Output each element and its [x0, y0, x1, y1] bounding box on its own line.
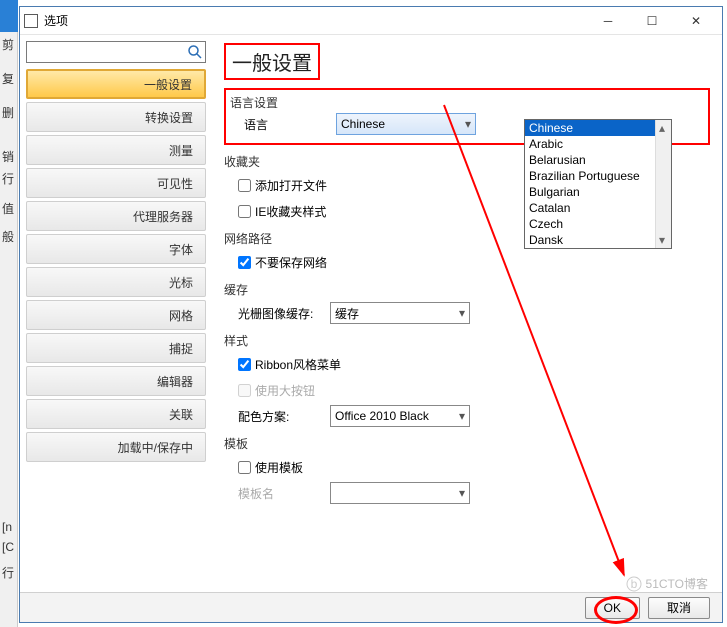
color-scheme-label: 配色方案: — [238, 408, 330, 425]
footer: OK 取消 — [20, 592, 722, 622]
sidebar-item-measure[interactable]: 测量 — [26, 135, 206, 165]
maximize-button[interactable]: ☐ — [630, 7, 674, 35]
template-name-label: 模板名 — [238, 485, 330, 502]
sidebar-item-proxy[interactable]: 代理服务器 — [26, 201, 206, 231]
sidebar-item-visibility[interactable]: 可见性 — [26, 168, 206, 198]
strip-text: 行 — [2, 564, 14, 581]
sidebar-item-font[interactable]: 字体 — [26, 234, 206, 264]
cache-group: 缓存 光栅图像缓存: 缓存 — [224, 281, 710, 324]
sidebar-item-label: 一般设置 — [144, 76, 192, 93]
sidebar-item-cursor[interactable]: 光标 — [26, 267, 206, 297]
minimize-button[interactable]: ─ — [586, 7, 630, 35]
sidebar-item-snap[interactable]: 捕捉 — [26, 333, 206, 363]
sidebar-item-label: 可见性 — [157, 175, 193, 192]
language-option[interactable]: Belarusian — [525, 152, 671, 168]
content-panel: 一般设置 语言设置 语言 Chinese 收藏夹 添加打开文件 IE收藏夹样式 … — [212, 35, 722, 590]
app-left-strip: 剪 复 删 销 行 值 般 [n [C 行 — [0, 0, 18, 627]
sidebar: 一般设置 转换设置 测量 可见性 代理服务器 字体 光标 网格 捕捉 编辑器 关… — [20, 35, 212, 590]
group-title-template: 模板 — [224, 435, 710, 452]
ribbon-menu-checkbox[interactable]: Ribbon风格菜单 — [238, 356, 341, 373]
sidebar-item-label: 转换设置 — [145, 109, 193, 126]
strip-text: 删 — [2, 104, 14, 121]
sidebar-nav: 一般设置 转换设置 测量 可见性 代理服务器 字体 光标 网格 捕捉 编辑器 关… — [26, 69, 206, 465]
group-title-language: 语言设置 — [230, 94, 704, 111]
left-strip-blue — [0, 0, 18, 32]
dropdown-scrollbar[interactable] — [655, 120, 671, 248]
template-name-dropdown — [330, 482, 470, 504]
strip-text: [C — [2, 540, 14, 554]
sidebar-item-label: 字体 — [169, 241, 193, 258]
sidebar-item-convert[interactable]: 转换设置 — [26, 102, 206, 132]
sidebar-item-general[interactable]: 一般设置 — [26, 69, 206, 99]
search-input[interactable] — [26, 41, 206, 63]
window-title: 选项 — [44, 12, 586, 29]
sidebar-item-label: 编辑器 — [157, 373, 193, 390]
big-buttons-checkbox: 使用大按钮 — [238, 382, 315, 399]
language-option[interactable]: Bulgarian — [525, 184, 671, 200]
sidebar-item-label: 代理服务器 — [133, 208, 193, 225]
ie-favorites-checkbox[interactable]: IE收藏夹样式 — [238, 203, 326, 220]
language-option[interactable]: Dansk — [525, 232, 671, 248]
sidebar-item-assoc[interactable]: 关联 — [26, 399, 206, 429]
add-open-file-checkbox[interactable]: 添加打开文件 — [238, 177, 327, 194]
template-group: 模板 使用模板 模板名 — [224, 435, 710, 504]
strip-text: 行 — [2, 170, 14, 187]
sidebar-item-loadsave[interactable]: 加载中/保存中 — [26, 432, 206, 462]
sidebar-item-label: 加载中/保存中 — [118, 439, 193, 456]
sidebar-item-grid[interactable]: 网格 — [26, 300, 206, 330]
raster-cache-label: 光栅图像缓存: — [238, 305, 330, 322]
strip-text: 剪 — [2, 36, 14, 53]
watermark: b 51CTO博客 — [626, 575, 708, 592]
language-dropdown-list[interactable]: Chinese Arabic Belarusian Brazilian Port… — [524, 119, 672, 249]
no-save-network-checkbox[interactable]: 不要保存网络 — [238, 254, 327, 271]
language-option[interactable]: Catalan — [525, 200, 671, 216]
cancel-button[interactable]: 取消 — [648, 597, 710, 619]
language-dropdown[interactable]: Chinese — [336, 113, 476, 135]
search-icon[interactable] — [187, 44, 203, 60]
language-option[interactable]: Arabic — [525, 136, 671, 152]
window-icon — [24, 14, 38, 28]
language-option[interactable]: Brazilian Portuguese — [525, 168, 671, 184]
sidebar-item-label: 测量 — [169, 142, 193, 159]
sidebar-item-label: 关联 — [169, 406, 193, 423]
sidebar-item-label: 网格 — [169, 307, 193, 324]
page-title: 一般设置 — [224, 43, 320, 80]
sidebar-item-label: 捕捉 — [169, 340, 193, 357]
language-option[interactable]: Czech — [525, 216, 671, 232]
svg-text:b: b — [630, 577, 637, 591]
raster-cache-dropdown[interactable]: 缓存 — [330, 302, 470, 324]
sidebar-item-label: 光标 — [169, 274, 193, 291]
titlebar: 选项 ─ ☐ ✕ — [20, 7, 722, 35]
group-title-style: 样式 — [224, 332, 710, 349]
strip-text: 值 — [2, 200, 14, 217]
language-option[interactable]: Chinese — [525, 120, 671, 136]
group-title-cache: 缓存 — [224, 281, 710, 298]
use-template-checkbox[interactable]: 使用模板 — [238, 459, 303, 476]
strip-text: 般 — [2, 228, 14, 245]
sidebar-item-editor[interactable]: 编辑器 — [26, 366, 206, 396]
style-group: 样式 Ribbon风格菜单 使用大按钮 配色方案: Office 2010 Bl… — [224, 332, 710, 427]
ok-button[interactable]: OK — [585, 597, 640, 619]
strip-text: 复 — [2, 70, 14, 87]
close-button[interactable]: ✕ — [674, 7, 718, 35]
language-label: 语言 — [244, 116, 336, 133]
strip-text: 销 — [2, 148, 14, 165]
watermark-icon: b — [626, 576, 642, 592]
options-window: 选项 ─ ☐ ✕ 一般设置 转换设置 测量 可见性 代理服务器 字体 光标 网格… — [19, 6, 723, 623]
strip-text: [n — [2, 520, 12, 534]
color-scheme-dropdown[interactable]: Office 2010 Black — [330, 405, 470, 427]
